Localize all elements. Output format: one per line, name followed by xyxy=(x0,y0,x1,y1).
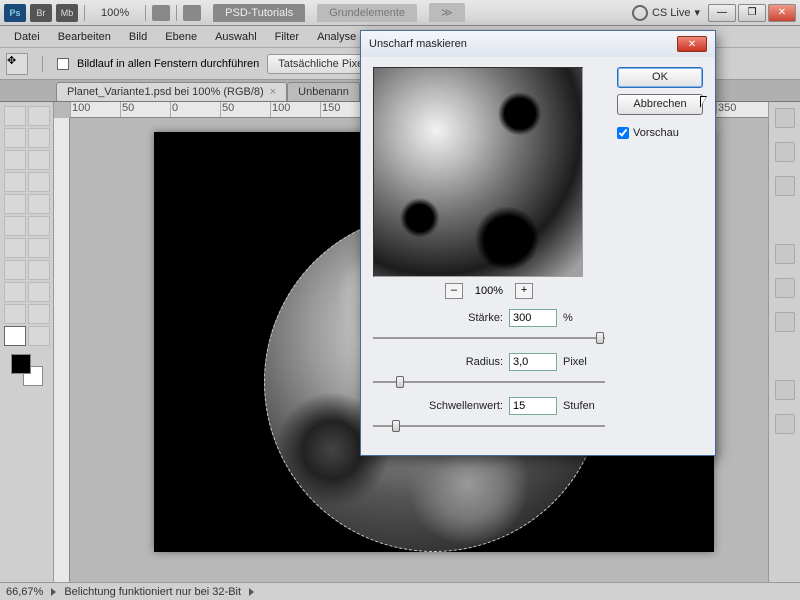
status-menu-icon[interactable] xyxy=(51,588,56,596)
status-message: Belichtung funktioniert nur bei 32-Bit xyxy=(64,586,241,598)
titlebar: Ps Br Mb 100% PSD-Tutorials Grundelement… xyxy=(0,0,800,26)
strength-unit: % xyxy=(563,312,605,324)
preview-thumbnail[interactable] xyxy=(373,67,583,277)
path-tool[interactable] xyxy=(4,282,26,302)
preview-checkbox-label: Vorschau xyxy=(633,127,679,139)
menu-bild[interactable]: Bild xyxy=(121,29,155,45)
pen-tool[interactable] xyxy=(4,260,26,280)
preview-checkbox-input[interactable] xyxy=(617,127,629,139)
strength-input[interactable] xyxy=(509,309,557,327)
preview-zoom: 100% xyxy=(475,285,503,297)
cancel-button[interactable]: Abbrechen xyxy=(617,94,703,115)
unsharp-mask-dialog: Unscharf maskieren ✕ – 100% + Stärke: % … xyxy=(360,30,716,456)
lasso-tool[interactable] xyxy=(4,128,26,148)
menu-bearbeiten[interactable]: Bearbeiten xyxy=(50,29,119,45)
panel-styles-icon[interactable] xyxy=(775,176,795,196)
photoshop-icon[interactable]: Ps xyxy=(4,4,26,22)
zoom-level[interactable]: 100% xyxy=(101,7,129,19)
type-tool[interactable] xyxy=(28,260,50,280)
heal-tool[interactable] xyxy=(4,172,26,192)
zoom-out-button[interactable]: – xyxy=(445,283,463,299)
screenmode-icon[interactable] xyxy=(183,5,201,21)
app-launcher-icons: Ps Br Mb xyxy=(4,4,78,22)
panel-color-icon[interactable] xyxy=(775,108,795,128)
panel-channels-icon[interactable] xyxy=(775,312,795,332)
status-bar: 66,67% Belichtung funktioniert nur bei 3… xyxy=(0,582,800,600)
hand-tool[interactable] xyxy=(4,326,26,346)
toolbox xyxy=(0,102,54,582)
preview-checkbox[interactable]: Vorschau xyxy=(617,127,703,139)
doc-tab-label: Unbenann xyxy=(298,86,349,98)
close-button[interactable]: ✕ xyxy=(768,4,796,22)
menu-ebene[interactable]: Ebene xyxy=(157,29,205,45)
minimize-button[interactable]: — xyxy=(708,4,736,22)
radius-label: Radius: xyxy=(373,356,503,368)
history-brush-tool[interactable] xyxy=(28,194,50,214)
menu-datei[interactable]: Datei xyxy=(6,29,48,45)
radius-unit: Pixel xyxy=(563,356,605,368)
panel-paths-icon[interactable] xyxy=(775,414,795,434)
dialog-close-icon[interactable]: ✕ xyxy=(677,36,707,52)
ruler-vertical xyxy=(54,118,70,582)
brush-tool[interactable] xyxy=(28,172,50,192)
marquee-tool[interactable] xyxy=(28,106,50,126)
ext-tab-grundelemente[interactable]: Grundelemente xyxy=(317,4,417,22)
scroll-all-checkbox[interactable] xyxy=(57,58,69,70)
stamp-tool[interactable] xyxy=(4,194,26,214)
zoom-tool[interactable] xyxy=(28,326,50,346)
panel-layers-icon[interactable] xyxy=(775,380,795,400)
menu-auswahl[interactable]: Auswahl xyxy=(207,29,265,45)
menu-filter[interactable]: Filter xyxy=(267,29,307,45)
bridge-icon[interactable]: Br xyxy=(30,4,52,22)
arrange-icon[interactable] xyxy=(152,5,170,21)
move-tool[interactable] xyxy=(4,106,26,126)
color-swatches[interactable] xyxy=(11,354,43,386)
wand-tool[interactable] xyxy=(28,128,50,148)
dialog-title: Unscharf maskieren xyxy=(369,38,467,50)
strength-slider[interactable] xyxy=(373,329,605,347)
panel-dock xyxy=(768,102,800,582)
radius-slider[interactable] xyxy=(373,373,605,391)
status-zoom[interactable]: 66,67% xyxy=(6,586,43,598)
zoom-in-button[interactable]: + xyxy=(515,283,533,299)
status-menu2-icon[interactable] xyxy=(249,588,254,596)
doc-tab-unbenannt[interactable]: Unbenann xyxy=(287,82,360,101)
shape-tool[interactable] xyxy=(28,282,50,302)
3dcam-tool[interactable] xyxy=(28,304,50,324)
gradient-tool[interactable] xyxy=(28,216,50,236)
fg-color-swatch[interactable] xyxy=(11,354,31,374)
doc-tab-label: Planet_Variante1.psd bei 100% (RGB/8) xyxy=(67,86,264,98)
threshold-slider[interactable] xyxy=(373,417,605,435)
threshold-unit: Stufen xyxy=(563,400,605,412)
eyedropper-tool[interactable] xyxy=(28,150,50,170)
minibridge-icon[interactable]: Mb xyxy=(56,4,78,22)
doc-tab-planet[interactable]: Planet_Variante1.psd bei 100% (RGB/8) × xyxy=(56,82,287,101)
close-tab-icon[interactable]: × xyxy=(270,86,276,98)
radius-input[interactable] xyxy=(509,353,557,371)
scroll-all-label: Bildlauf in allen Fenstern durchführen xyxy=(77,58,259,70)
3d-tool[interactable] xyxy=(4,304,26,324)
strength-label: Stärke: xyxy=(373,312,503,324)
threshold-input[interactable] xyxy=(509,397,557,415)
ext-tab-more[interactable]: ≫ xyxy=(429,3,465,22)
dialog-titlebar[interactable]: Unscharf maskieren ✕ xyxy=(361,31,715,57)
ext-tab-psd-tutorials[interactable]: PSD-Tutorials xyxy=(213,4,305,22)
panel-adjust-icon[interactable] xyxy=(775,244,795,264)
blur-tool[interactable] xyxy=(4,238,26,258)
maximize-button[interactable]: ❐ xyxy=(738,4,766,22)
menu-analyse[interactable]: Analyse xyxy=(309,29,364,45)
threshold-label: Schwellenwert: xyxy=(373,400,503,412)
eraser-tool[interactable] xyxy=(4,216,26,236)
panel-masks-icon[interactable] xyxy=(775,278,795,298)
current-tool-icon[interactable]: ✥ xyxy=(6,53,28,75)
ok-button[interactable]: OK xyxy=(617,67,703,88)
cslive-button[interactable]: CS Live ▾ xyxy=(632,5,700,21)
dodge-tool[interactable] xyxy=(28,238,50,258)
crop-tool[interactable] xyxy=(4,150,26,170)
panel-swatch-icon[interactable] xyxy=(775,142,795,162)
